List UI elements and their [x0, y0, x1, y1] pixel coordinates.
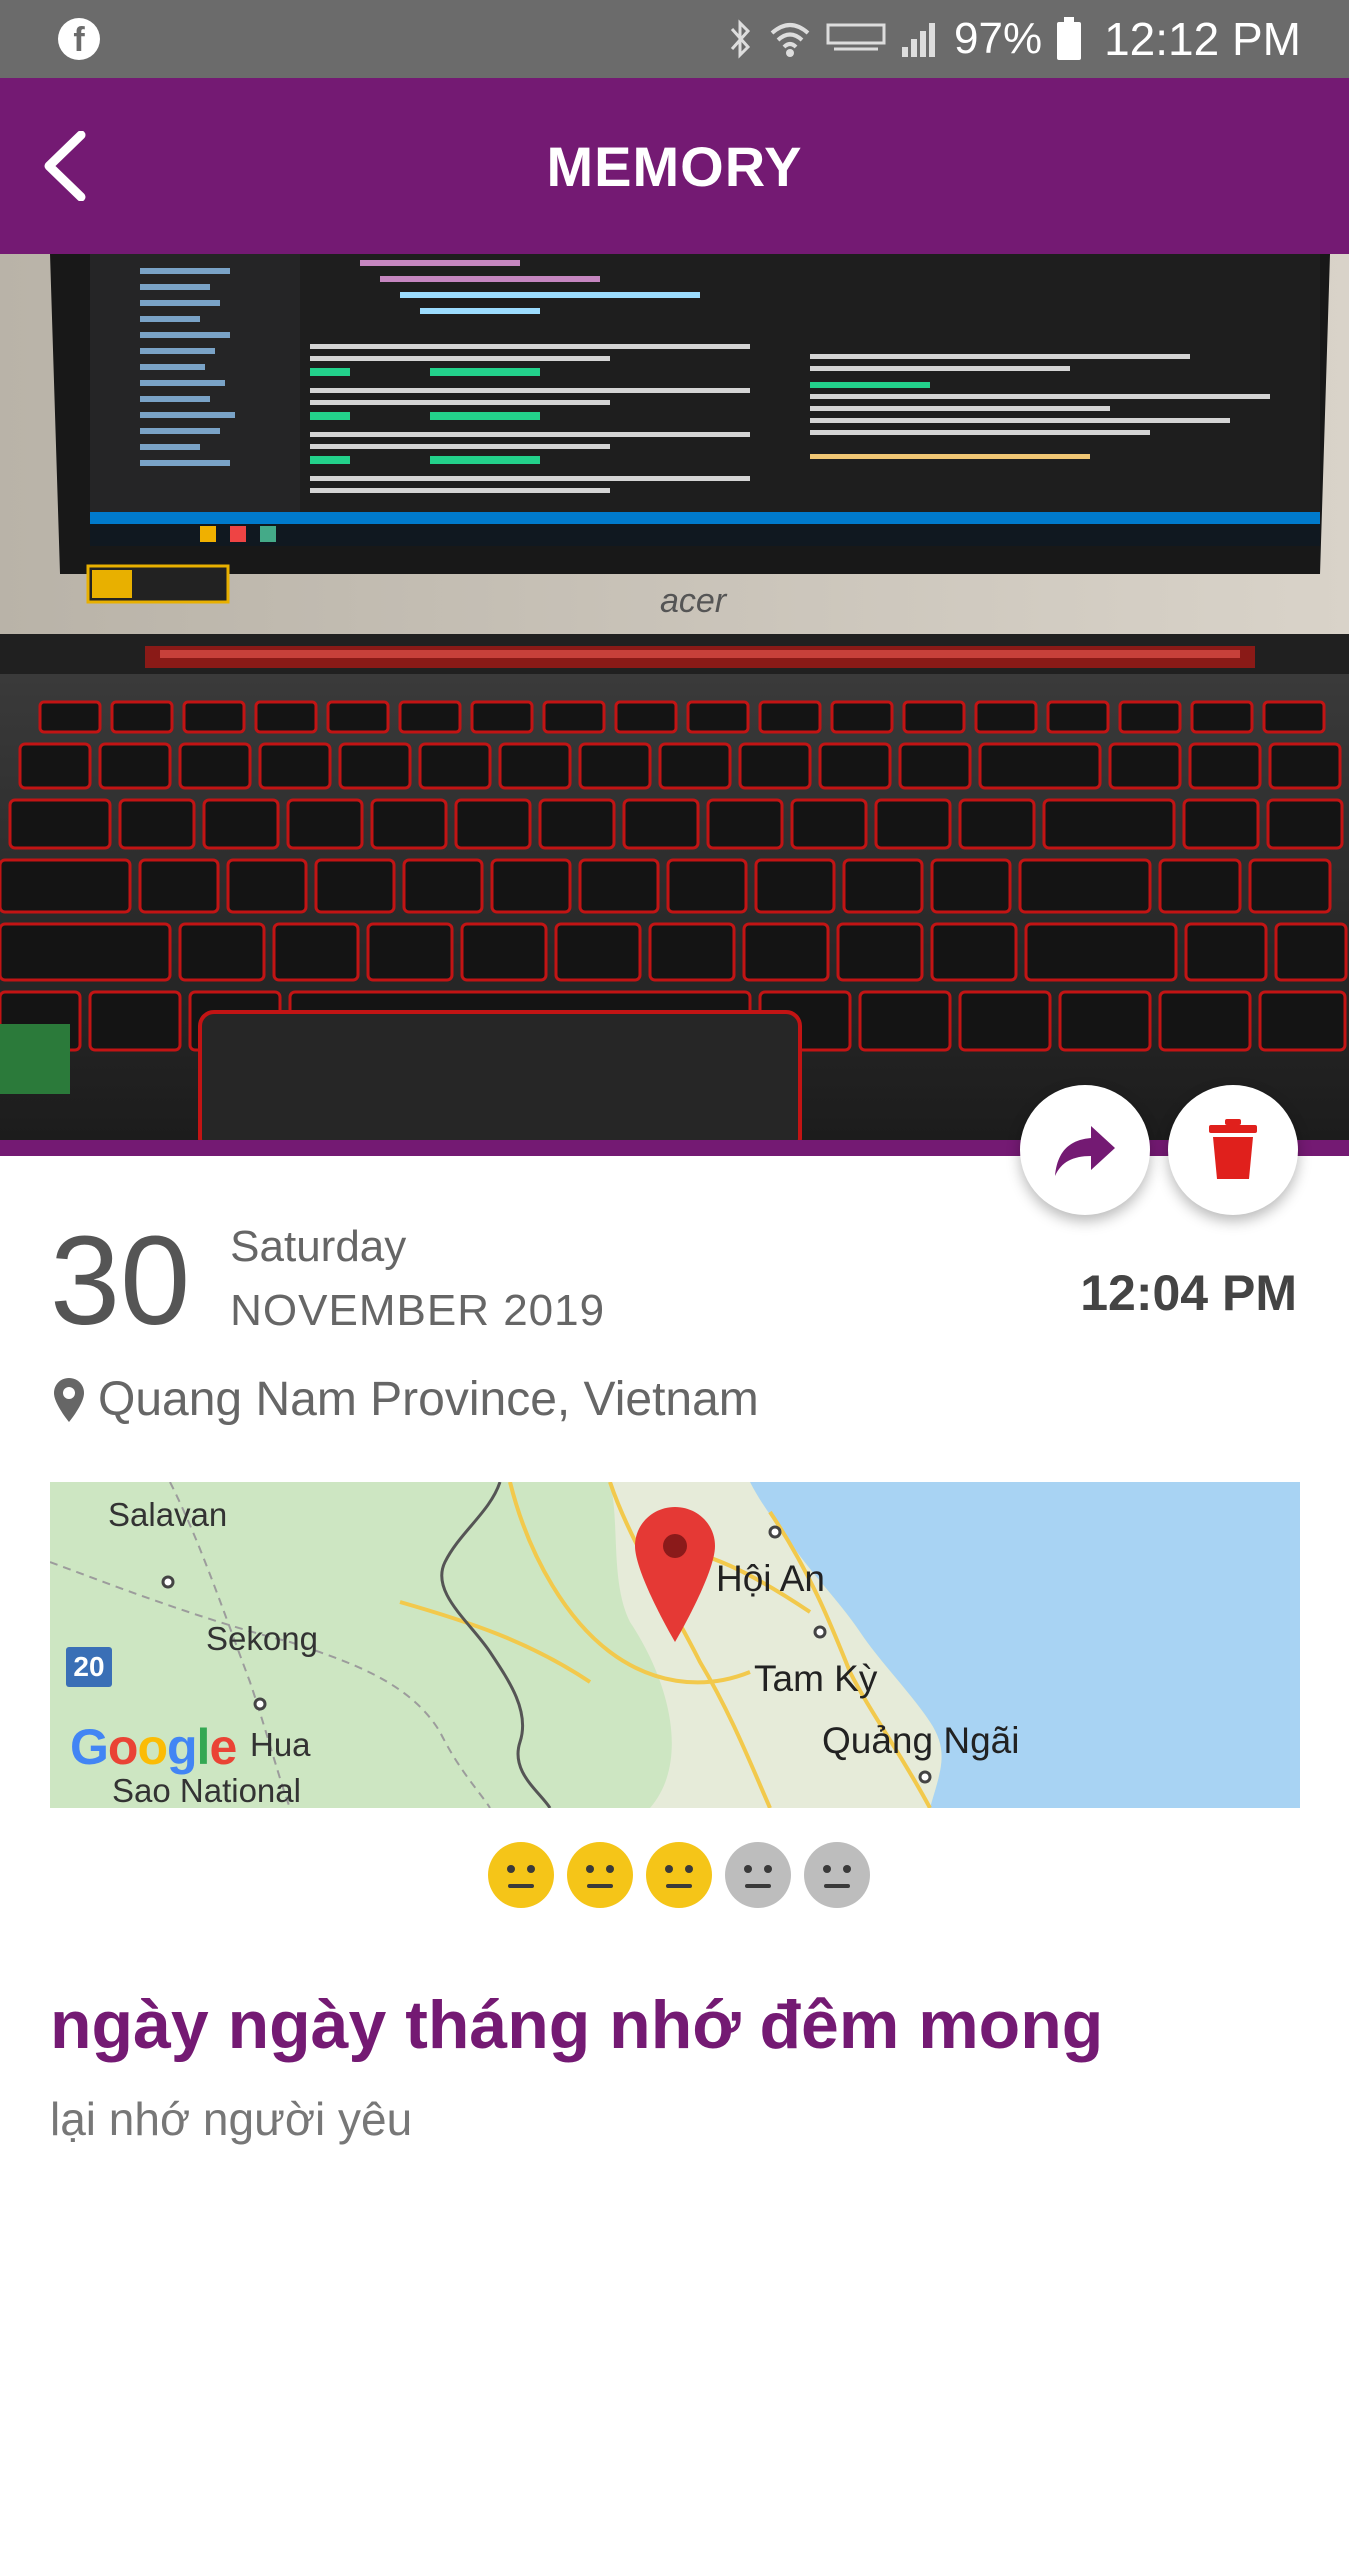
map-label-hua: Hua	[250, 1726, 311, 1763]
delete-button[interactable]	[1168, 1085, 1298, 1215]
status-bar: f 97% 12:12 PM	[0, 0, 1349, 78]
map-pin-icon	[54, 1377, 84, 1422]
mood-face-icon[interactable]	[646, 1842, 712, 1908]
memory-time: 12:04 PM	[1080, 1265, 1297, 1321]
facebook-icon: f	[58, 18, 100, 60]
back-button[interactable]	[22, 122, 110, 210]
share-button[interactable]	[1020, 1085, 1150, 1215]
date-month-year: NOVEMBER 2019	[230, 1286, 606, 1335]
location-map[interactable]: Salavan Sekong Hội An Tam Kỳ Quảng Ngãi …	[50, 1482, 1300, 1808]
map-label-salavan: Salavan	[108, 1496, 228, 1533]
battery-percent: 97%	[954, 14, 1043, 63]
battery-icon	[1057, 17, 1082, 60]
bluetooth-icon	[730, 19, 751, 59]
map-label-hoi-an: Hội An	[716, 1558, 826, 1599]
mood-face-icon[interactable]	[804, 1842, 870, 1908]
mood-face-icon[interactable]	[725, 1842, 791, 1908]
date-block: 30 Saturday NOVEMBER 2019	[50, 1218, 605, 1344]
route-badge: 20	[66, 1647, 112, 1687]
laptop-photo: acer	[0, 254, 1349, 1140]
app-bar: MEMORY	[0, 78, 1349, 254]
status-icons: 97% 12:12 PM	[728, 12, 1301, 66]
volte-icon	[826, 23, 886, 51]
date-meta: Saturday NOVEMBER 2019	[230, 1222, 605, 1336]
mood-face-icon[interactable]	[567, 1842, 633, 1908]
mood-rating[interactable]	[488, 1842, 870, 1908]
date-day: 30	[50, 1210, 191, 1351]
wifi-icon	[770, 23, 810, 57]
chevron-left-icon	[44, 131, 86, 201]
map-label-tam-ky: Tam Kỳ	[754, 1658, 878, 1699]
location-text: Quang Nam Province, Vietnam	[98, 1373, 759, 1426]
date-weekday: Saturday	[230, 1222, 407, 1271]
map-label-quang-ngai: Quảng Ngãi	[822, 1720, 1020, 1761]
mood-face-icon[interactable]	[488, 1842, 554, 1908]
location-row: Quang Nam Province, Vietnam	[54, 1372, 759, 1427]
map-label-sekong: Sekong	[206, 1620, 318, 1657]
map-label-sao-national: Sao National	[112, 1772, 301, 1808]
google-logo: Google	[70, 1719, 237, 1775]
clock: 12:12 PM	[1104, 13, 1301, 65]
svg-text:acer: acer	[660, 582, 728, 620]
memory-title: ngày ngày tháng nhớ đêm mong	[50, 1987, 1104, 2063]
page-title: MEMORY	[546, 134, 803, 198]
signal-icon	[902, 23, 936, 57]
share-icon	[1055, 1126, 1115, 1176]
trash-icon	[1209, 1119, 1257, 1179]
memory-photo[interactable]: acer	[0, 254, 1349, 1140]
memory-body: lại nhớ người yêu	[50, 2093, 413, 2145]
